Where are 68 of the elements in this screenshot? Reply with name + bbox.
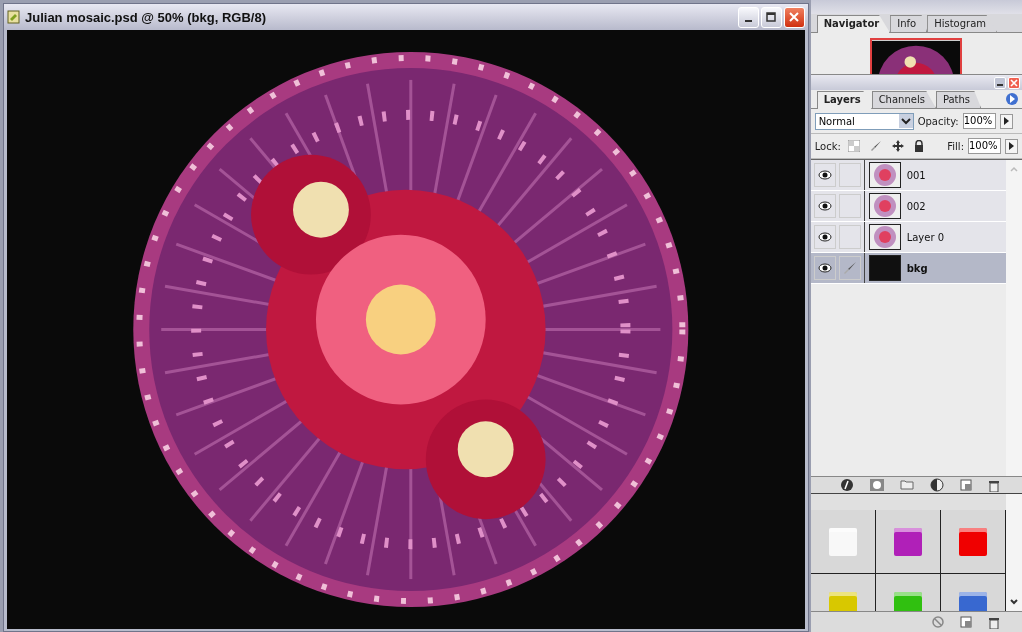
panel-tab[interactable]: Paths — [935, 91, 982, 108]
window-title: Julian mosaic.psd @ 50% (bkg, RGB/8) — [25, 9, 266, 25]
play-icon — [1003, 117, 1009, 125]
clear-style-icon[interactable] — [932, 616, 944, 628]
style-swatch[interactable] — [958, 591, 987, 611]
panel-tab[interactable]: Histogram — [927, 15, 997, 32]
eye-icon[interactable] — [817, 170, 832, 180]
panel-tab[interactable]: Layers — [816, 91, 872, 109]
adjustment-icon[interactable] — [930, 478, 944, 492]
layer-thumbnail — [868, 162, 901, 188]
minimize-icon — [744, 19, 752, 22]
trash-icon[interactable] — [988, 615, 1000, 629]
layer-name: bkg — [906, 262, 928, 274]
layer-name: 001 — [906, 169, 926, 181]
close-icon — [1010, 78, 1018, 87]
opacity-label: Opacity: — [917, 115, 959, 127]
style-swatch[interactable] — [828, 527, 857, 556]
layer-name: 002 — [906, 200, 926, 212]
scrollbar[interactable] — [1006, 494, 1022, 611]
eye-icon[interactable] — [817, 263, 832, 273]
layer-row[interactable]: 001 — [810, 160, 1006, 191]
play-icon — [1009, 95, 1015, 103]
fill-label: Fill: — [947, 140, 964, 152]
brush-icon — [842, 261, 857, 275]
move-icon[interactable] — [891, 140, 904, 152]
minimize-button[interactable] — [994, 76, 1006, 89]
opacity-field[interactable]: 100% — [962, 113, 996, 129]
style-swatch[interactable] — [893, 591, 922, 611]
layer-thumbnail — [868, 224, 901, 250]
style-swatch[interactable] — [893, 527, 922, 556]
scrollbar[interactable] — [1006, 160, 1022, 476]
blend-mode-dropdown[interactable]: Normal — [814, 112, 914, 130]
effects-icon[interactable] — [840, 478, 854, 492]
lock-label: Lock: — [814, 140, 841, 152]
layer-row[interactable]: bkg — [810, 253, 1006, 284]
new-layer-icon[interactable] — [960, 479, 972, 491]
chevron-down-icon — [898, 114, 913, 128]
panel-tab[interactable]: Navigator — [816, 15, 891, 33]
panel-tab[interactable]: Channels — [871, 91, 936, 108]
close-icon — [789, 12, 800, 22]
minimize-button[interactable] — [737, 6, 759, 28]
opacity-slider-button[interactable] — [999, 113, 1013, 129]
document-icon — [7, 10, 21, 24]
maximize-button[interactable] — [760, 6, 782, 28]
fill-slider-button[interactable] — [1005, 138, 1018, 154]
eye-icon[interactable] — [817, 201, 832, 211]
eye-icon[interactable] — [817, 232, 832, 242]
panel-menu-button[interactable] — [1006, 93, 1018, 105]
brush-icon[interactable] — [869, 140, 882, 152]
folder-icon[interactable] — [900, 480, 914, 490]
play-icon — [1009, 142, 1014, 150]
layer-row[interactable]: Layer 0 — [810, 222, 1006, 253]
layer-thumbnail — [868, 255, 901, 281]
trash-icon[interactable] — [988, 478, 1000, 492]
new-style-icon[interactable] — [960, 616, 972, 628]
layer-name: Layer 0 — [906, 231, 945, 243]
checkerboard-icon[interactable] — [847, 140, 860, 152]
mask-icon[interactable] — [870, 479, 884, 491]
style-swatch[interactable] — [828, 591, 857, 611]
fill-field[interactable]: 100% — [968, 138, 1001, 154]
lock-icon[interactable] — [913, 140, 924, 152]
minimize-icon — [997, 84, 1003, 86]
style-swatch[interactable] — [958, 527, 987, 556]
layer-thumbnail — [868, 193, 901, 219]
layer-row[interactable]: 002 — [810, 191, 1006, 222]
close-button[interactable] — [783, 6, 805, 28]
panel-tab[interactable]: Info — [890, 15, 928, 32]
maximize-icon — [766, 12, 777, 22]
